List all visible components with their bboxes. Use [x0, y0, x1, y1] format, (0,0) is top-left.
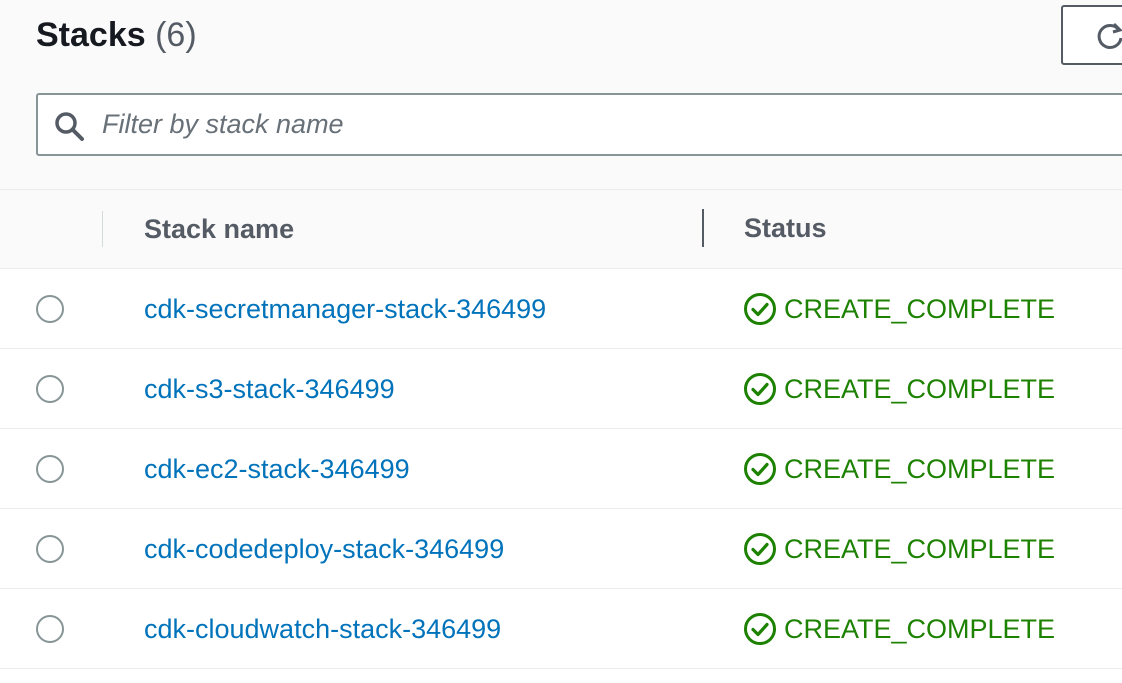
search-field[interactable]: [36, 93, 1122, 156]
row-select-radio[interactable]: [36, 295, 64, 323]
table-row: cdk-cloudwatch-stack-346499 CREATE_COMPL…: [0, 589, 1122, 669]
table-row: cdk-secretmanager-stack-346499 CREATE_CO…: [0, 269, 1122, 349]
stacks-panel-header: Stacks (6): [0, 0, 1122, 190]
search-input[interactable]: [102, 95, 1102, 154]
stack-name-link[interactable]: cdk-codedeploy-stack-346499: [144, 534, 504, 565]
table-header: Stack name Status: [0, 190, 1122, 269]
table-row: cdk-s3-stack-346499 CREATE_COMPLETE: [0, 349, 1122, 429]
page-title: Stacks (6): [36, 16, 197, 55]
refresh-button[interactable]: [1061, 5, 1122, 65]
success-check-icon: [744, 613, 776, 645]
status-text: CREATE_COMPLETE: [784, 294, 1056, 324]
title-text: Stacks: [36, 16, 146, 54]
stack-name-link[interactable]: cdk-cloudwatch-stack-346499: [144, 614, 501, 645]
success-check-icon: [744, 293, 776, 325]
status-text: CREATE_COMPLETE: [784, 454, 1056, 484]
row-select-radio[interactable]: [36, 375, 64, 403]
column-header-status[interactable]: Status: [744, 213, 827, 247]
stack-name-link[interactable]: cdk-s3-stack-346499: [144, 374, 395, 405]
table-row: cdk-ec2-stack-346499 CREATE_COMPLETE: [0, 429, 1122, 509]
refresh-icon: [1097, 22, 1122, 49]
stack-count: (6): [155, 16, 197, 54]
stack-name-link[interactable]: cdk-secretmanager-stack-346499: [144, 294, 546, 325]
status-text: CREATE_COMPLETE: [784, 374, 1056, 404]
column-divider: [102, 211, 103, 247]
success-check-icon: [744, 453, 776, 485]
search-icon: [55, 112, 84, 141]
status-text: CREATE_COMPLETE: [784, 614, 1056, 644]
success-check-icon: [744, 533, 776, 565]
row-select-radio[interactable]: [36, 535, 64, 563]
stack-name-link[interactable]: cdk-ec2-stack-346499: [144, 454, 410, 485]
column-header-stack-name[interactable]: Stack name: [144, 214, 294, 245]
row-select-radio[interactable]: [36, 455, 64, 483]
column-resize-handle[interactable]: [702, 209, 704, 247]
table-row: cdk-codedeploy-stack-346499 CREATE_COMPL…: [0, 509, 1122, 589]
row-select-radio[interactable]: [36, 615, 64, 643]
status-text: CREATE_COMPLETE: [784, 534, 1056, 564]
success-check-icon: [744, 373, 776, 405]
stacks-table-body: cdk-secretmanager-stack-346499 CREATE_CO…: [0, 269, 1122, 669]
